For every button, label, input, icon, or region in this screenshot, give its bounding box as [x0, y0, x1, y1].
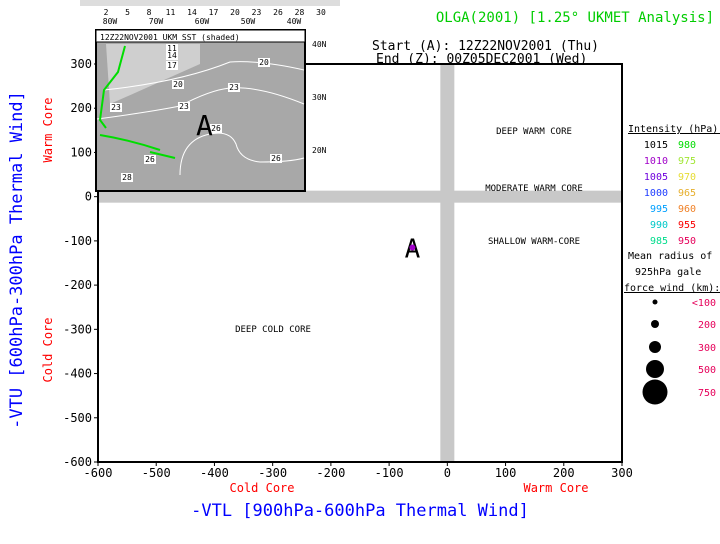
y-top-side-label: Warm Core — [41, 97, 55, 162]
radius-title-1: Mean radius of — [628, 251, 712, 262]
longitude-label: 80W — [103, 17, 118, 26]
latitude-label: 40N — [312, 40, 327, 49]
intensity-legend-entry: 955 — [678, 220, 696, 231]
region-deep-warm-core: DEEP WARM CORE — [496, 127, 572, 137]
y-tick-label: 0 — [85, 190, 92, 204]
contour-label: 20 — [173, 80, 183, 89]
x-tick-label: 300 — [611, 466, 633, 480]
radius-legend-marker — [649, 341, 661, 353]
intensity-legend-entry: 1005 — [644, 172, 668, 183]
y-tick-label: 300 — [70, 57, 92, 71]
intensity-legend-entry: 980 — [678, 140, 696, 151]
inset-marker: A — [196, 109, 213, 142]
x-tick-label: -100 — [375, 466, 404, 480]
intensity-legend-entry: 990 — [650, 220, 668, 231]
radius-legend-label: 500 — [698, 365, 716, 376]
contour-label: 17 — [167, 61, 177, 70]
longitude-label: 40W — [287, 17, 302, 26]
x-tick-label: -200 — [316, 466, 345, 480]
colorbar-tick-label: 5 — [125, 8, 130, 17]
y-bottom-side-label: Cold Core — [41, 317, 55, 382]
legend: Intensity (hPa): 1015 980 1010 975 1005 970 10… — [624, 124, 720, 405]
y-tick-label: -500 — [63, 411, 92, 425]
colorbar-tick-label: 26 — [273, 8, 283, 17]
x-left-side-label: Cold Core — [229, 481, 294, 495]
radius-legend-label: 750 — [698, 388, 716, 399]
y-tick-label: -200 — [63, 278, 92, 292]
colorbar-tick-label: 20 — [230, 8, 240, 17]
inset-label: 12Z22NOV2001 UKM SST (shaded) — [100, 33, 240, 42]
radius-legend-label: 200 — [698, 320, 716, 331]
intensity-legend-entry: 1010 — [644, 156, 668, 167]
y-tick-label: 200 — [70, 101, 92, 115]
longitude-label: 50W — [241, 17, 256, 26]
radius-legend-marker — [642, 379, 668, 405]
y-tick-label: -400 — [63, 367, 92, 381]
intensity-legend-entry: 965 — [678, 188, 696, 199]
colorbar-tick-label: 14 — [187, 8, 197, 17]
intensity-legend-entry: 985 — [650, 236, 668, 247]
contour-label: 26 — [145, 155, 155, 164]
radius-legend-label: 300 — [698, 343, 716, 354]
region-deep-cold-core: DEEP COLD CORE — [235, 325, 311, 335]
region-moderate-warm-core: MODERATE WARM CORE — [485, 184, 583, 194]
y-tick-label: -300 — [63, 322, 92, 336]
radius-legend-marker — [652, 299, 658, 305]
x-tick-label: -300 — [258, 466, 287, 480]
x-tick-label: 100 — [495, 466, 517, 480]
x-tick-label: -400 — [200, 466, 229, 480]
x-right-side-label: Warm Core — [523, 481, 588, 495]
contour-label: 23 — [229, 83, 239, 92]
contour-label: 14 — [167, 51, 177, 60]
colorbar-tick-label: 8 — [147, 8, 152, 17]
colorbar-tick-label: 17 — [209, 8, 219, 17]
x-tick-label: -500 — [142, 466, 171, 480]
radius-legend-marker — [651, 320, 659, 328]
colorbar-tick-label: 2 — [104, 8, 109, 17]
colorbar-tick-label: 28 — [295, 8, 305, 17]
colorbar-tick-label: 23 — [252, 8, 262, 17]
intensity-title: Intensity (hPa): — [628, 124, 720, 135]
chart-title: OLGA(2001) [1.25° UKMET Analysis] — [436, 10, 714, 26]
colorbar-tick-label: 30 — [316, 8, 326, 17]
colorbar-tick-label: 11 — [166, 8, 176, 17]
intensity-legend-entry: 975 — [678, 156, 696, 167]
contour-label: 26 — [271, 154, 281, 163]
intensity-legend-entry: 995 — [650, 204, 668, 215]
y-tick-label: -600 — [63, 455, 92, 469]
contour-label: 23 — [179, 102, 189, 111]
contour-label: 23 — [111, 103, 121, 112]
sst-inset-map: 2 5 8 11 14 17 20 23 26 28 30 80W 70W 60W 50W 40W 12Z2… — [80, 0, 340, 192]
latitude-label: 20N — [312, 146, 327, 155]
longitude-label: 60W — [195, 17, 210, 26]
longitude-label: 70W — [149, 17, 164, 26]
radius-title-2: 925hPa gale — [635, 267, 701, 278]
colorbar — [80, 0, 340, 6]
radius-legend-label: <100 — [692, 298, 716, 309]
intensity-legend-entry: 960 — [678, 204, 696, 215]
intensity-legend-entry: 1000 — [644, 188, 668, 199]
y-axis-label: -VTU [600hPa-300hPa Thermal Wind] — [7, 91, 27, 429]
data-point — [409, 244, 416, 251]
contour-label: 20 — [259, 58, 269, 67]
x-tick-label: 200 — [553, 466, 575, 480]
latitude-label: 30N — [312, 93, 327, 102]
y-tick-label: 100 — [70, 145, 92, 159]
zero-band-vertical — [440, 65, 455, 461]
x-tick-label: 0 — [444, 466, 451, 480]
intensity-legend-entry: 1015 — [644, 140, 668, 151]
intensity-legend-entry: 970 — [678, 172, 696, 183]
y-tick-label: -100 — [63, 234, 92, 248]
radius-title-3: force wind (km): — [624, 283, 720, 294]
x-axis-label: -VTL [900hPa-600hPa Thermal Wind] — [191, 501, 529, 521]
region-shallow-warm-core: SHALLOW WARM-CORE — [488, 237, 580, 247]
contour-label: 28 — [122, 173, 132, 182]
phase-diagram: OLGA(2001) [1.25° UKMET Analysis] Start … — [7, 0, 720, 521]
intensity-legend-entry: 950 — [678, 236, 696, 247]
radius-legend-marker — [646, 360, 664, 378]
